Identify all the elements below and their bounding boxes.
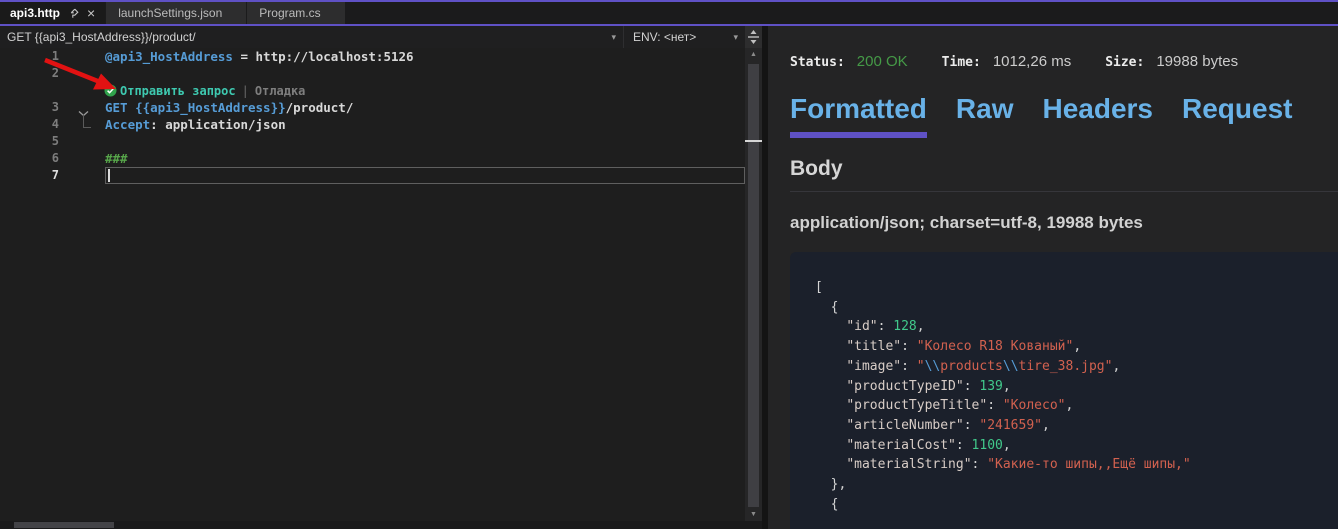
editor-line[interactable]: 3 GET {{api3_HostAddress}}/product/ [0,99,745,116]
scroll-down-icon[interactable]: ▼ [745,511,762,518]
editor-line[interactable]: 4 Accept: application/json [0,116,745,133]
tab-launchsettings-json[interactable]: launchSettings.json [106,2,246,24]
codelens-separator: | [242,84,249,98]
tab-label: launchSettings.json [118,6,222,20]
code-text: @api3_HostAddress = http://localhost:512… [105,48,414,65]
json-line: "articleNumber": "241659", [815,416,1338,436]
status-value: 200 OK [857,53,908,70]
editor-line[interactable]: 5 [0,133,745,150]
json-line: }, [815,475,1338,495]
line-number: 4 [0,116,62,133]
fold-scope-guide [83,114,91,128]
chevron-down-icon: ▾ [733,32,745,43]
close-icon[interactable]: × [87,7,95,19]
json-line: "productTypeTitle": "Колесо", [815,396,1338,416]
current-line-box[interactable] [105,167,745,184]
code-text: ### [105,150,128,167]
vs-window: api3.http × launchSettings.json Program.… [0,0,1338,529]
time-label: Time: [942,55,981,70]
fold-margin [62,150,105,167]
response-pane: Status: 200 OK Time: 1012,26 ms Size: 19… [768,26,1338,529]
request-selector[interactable]: GET {{api3_HostAddress}}/product/ ▾ [0,26,623,48]
fold-margin [62,48,105,65]
http-editor-pane: GET {{api3_HostAddress}}/product/ ▾ ENV:… [0,26,762,529]
chevron-down-icon: ▾ [611,32,623,43]
editor[interactable]: 1 @api3_HostAddress = http://localhost:51… [0,48,745,521]
body-heading: Body [790,157,1338,181]
tab-label: Program.cs [259,6,320,20]
fold-margin [62,116,105,133]
scrollbar-thumb[interactable] [748,64,759,507]
tab-program-cs[interactable]: Program.cs [247,2,344,24]
env-selector-value: ENV: <нет> [633,30,696,44]
json-line: { [815,298,1338,318]
response-tab-raw[interactable]: Raw [956,93,1014,138]
code-text: GET {{api3_HostAddress}}/product/ [105,99,353,116]
json-code: [ { "id": 128, "title": "Колесо R18 Кова… [815,278,1338,514]
line-number: 5 [0,133,62,150]
line-number: 7 [0,167,62,184]
scroll-up-icon[interactable]: ▲ [745,51,762,58]
response-tabs: Formatted Raw Headers Request [790,93,1338,138]
line-number: 1 [0,48,62,65]
json-line: "materialCost": 1100, [815,436,1338,456]
editor-lines: 1 @api3_HostAddress = http://localhost:51… [0,48,745,184]
editor-line[interactable]: 7 [0,167,745,184]
json-line: "image": "\\products\\tire_38.jpg", [815,357,1338,377]
scrollbar-thumb[interactable] [14,522,114,528]
time-value: 1012,26 ms [993,53,1071,70]
editor-vertical-scrollbar[interactable]: ▲ ▼ [745,48,762,521]
fold-margin [62,133,105,150]
tab-label: api3.http [10,6,60,20]
response-body-box: [ { "id": 128, "title": "Колесо R18 Кова… [790,252,1338,529]
response-status-row: Status: 200 OK Time: 1012,26 ms Size: 19… [790,53,1338,70]
editor-line[interactable]: 2 [0,65,745,82]
pin-icon[interactable] [68,8,79,19]
send-request-link[interactable]: Отправить запрос [120,84,236,98]
response-tab-request[interactable]: Request [1182,93,1292,138]
codelens-row: Отправить запрос | Отладка [0,82,745,99]
send-request-check-icon[interactable] [104,84,117,97]
status-label: Status: [790,55,845,70]
tab-api3-http[interactable]: api3.http × [0,2,105,24]
size-value: 19988 bytes [1156,53,1238,70]
response-tab-headers[interactable]: Headers [1042,93,1153,138]
json-line: "productTypeID": 139, [815,377,1338,397]
fold-margin [62,167,105,184]
line-number: 3 [0,99,62,116]
section-divider [790,191,1338,192]
json-line: "id": 128, [815,317,1338,337]
editor-horizontal-scrollbar[interactable] [0,521,762,529]
editor-line[interactable]: 6 ### [0,150,745,167]
request-selector-value: GET {{api3_HostAddress}}/product/ [7,30,196,44]
size-label: Size: [1105,55,1144,70]
line-number: 2 [0,65,62,82]
document-tabstrip: api3.http × launchSettings.json Program.… [0,2,1338,24]
fold-margin [62,65,105,82]
http-toolbar: GET {{api3_HostAddress}}/product/ ▾ ENV:… [0,26,762,48]
code-text: Accept: application/json [105,116,286,133]
split-editor-icon [747,29,760,45]
split-editor-button[interactable] [745,26,762,48]
env-selector[interactable]: ENV: <нет> ▾ [623,26,745,48]
json-line: { [815,495,1338,515]
debug-request-link[interactable]: Отладка [255,84,306,98]
json-line: [ [815,278,1338,298]
caret-position-marker [745,140,762,142]
content-type-line: application/json; charset=utf-8, 19988 b… [790,213,1338,233]
json-line: "title": "Колесо R18 Кованый", [815,337,1338,357]
line-number: 6 [0,150,62,167]
response-tab-formatted[interactable]: Formatted [790,93,927,138]
editor-line[interactable]: 1 @api3_HostAddress = http://localhost:51… [0,48,745,65]
json-line: "materialString": "Какие-то шипы,,Ещё ши… [815,455,1338,475]
main-split: GET {{api3_HostAddress}}/product/ ▾ ENV:… [0,26,1338,529]
